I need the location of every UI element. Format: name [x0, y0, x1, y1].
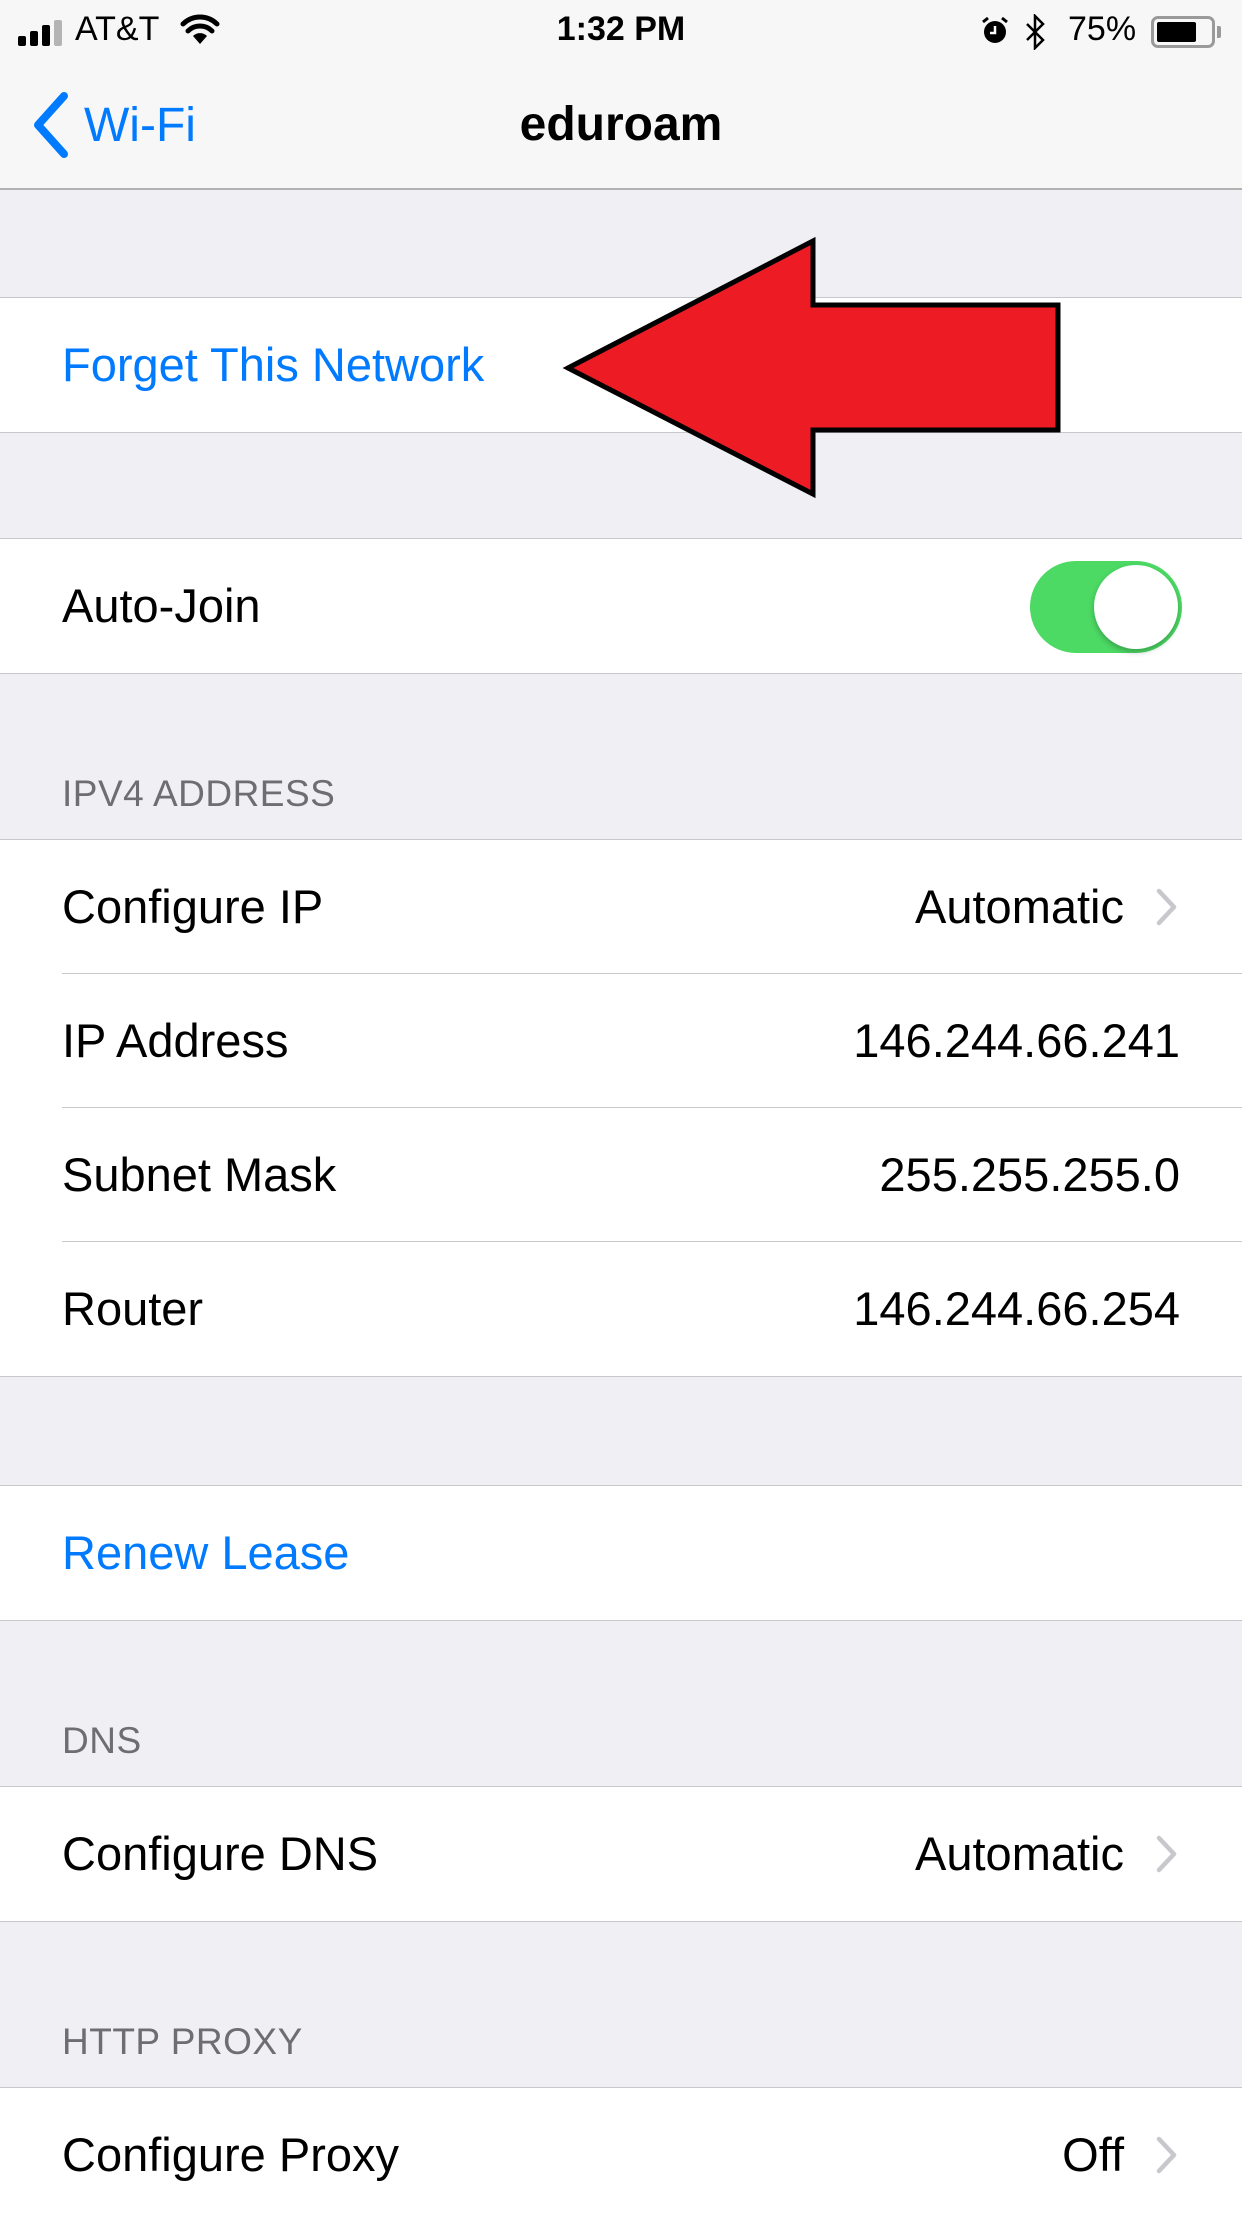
- battery-percentage: 75%: [1068, 10, 1137, 48]
- auto-join-toggle[interactable]: [1030, 561, 1182, 653]
- ipv4-group: Configure IP Automatic IP Address 146.24…: [0, 839, 1242, 1377]
- ip-address-label: IP Address: [62, 1014, 289, 1067]
- http-proxy-section-header: HTTP PROXY: [62, 2021, 303, 2062]
- configure-dns-label: Configure DNS: [62, 1827, 379, 1880]
- battery-icon: [1151, 16, 1215, 48]
- chevron-right-icon: [1156, 888, 1177, 926]
- status-bar: AT&T 1:32 PM 75%: [0, 0, 1242, 62]
- back-label: Wi-Fi: [84, 98, 196, 152]
- navigation-bar: Wi-Fi eduroam: [0, 62, 1242, 190]
- dns-section-header: DNS: [62, 1720, 142, 1761]
- router-label: Router: [62, 1282, 204, 1335]
- subnet-mask-row: Subnet Mask 255.255.255.0: [0, 1108, 1242, 1242]
- dns-group: Configure DNS Automatic: [0, 1786, 1242, 1922]
- configure-ip-label: Configure IP: [62, 880, 324, 933]
- red-arrow-icon: [562, 236, 1061, 499]
- subnet-mask-label: Subnet Mask: [62, 1148, 337, 1201]
- toggle-knob: [1094, 565, 1178, 649]
- chevron-right-icon: [1156, 2136, 1177, 2174]
- http-proxy-group: Configure Proxy Off: [0, 2087, 1242, 2222]
- ip-address-value: 146.244.66.241: [853, 1014, 1180, 1067]
- router-row: Router 146.244.66.254: [0, 1242, 1242, 1376]
- ip-address-row: IP Address 146.244.66.241: [0, 974, 1242, 1108]
- chevron-left-icon: [34, 92, 68, 158]
- configure-ip-value: Automatic: [915, 880, 1124, 933]
- renew-lease-group: Renew Lease: [0, 1485, 1242, 1621]
- subnet-mask-value: 255.255.255.0: [879, 1148, 1180, 1201]
- chevron-right-icon: [1156, 1835, 1177, 1873]
- ipv4-section-header: IPV4 ADDRESS: [62, 773, 336, 814]
- auto-join-label: Auto-Join: [62, 579, 261, 632]
- configure-dns-row[interactable]: Configure DNS Automatic: [0, 1787, 1242, 1921]
- auto-join-group: Auto-Join: [0, 538, 1242, 674]
- bluetooth-icon: [1026, 14, 1045, 50]
- configure-proxy-label: Configure Proxy: [62, 2128, 399, 2181]
- auto-join-row: Auto-Join: [0, 539, 1242, 673]
- forget-network-label: Forget This Network: [62, 338, 485, 391]
- battery-tip: [1217, 26, 1221, 38]
- alarm-icon: [982, 16, 1008, 43]
- router-value: 146.244.66.254: [853, 1282, 1180, 1335]
- battery-fill: [1157, 22, 1196, 42]
- configure-proxy-row[interactable]: Configure Proxy Off: [0, 2088, 1242, 2222]
- clock: 1:32 PM: [556, 10, 686, 48]
- renew-lease-button[interactable]: Renew Lease: [0, 1486, 1242, 1620]
- renew-lease-label: Renew Lease: [62, 1526, 350, 1579]
- configure-proxy-value: Off: [1062, 2128, 1124, 2181]
- back-button[interactable]: Wi-Fi: [30, 62, 196, 188]
- configure-ip-row[interactable]: Configure IP Automatic: [0, 840, 1242, 974]
- configure-dns-value: Automatic: [915, 1827, 1124, 1880]
